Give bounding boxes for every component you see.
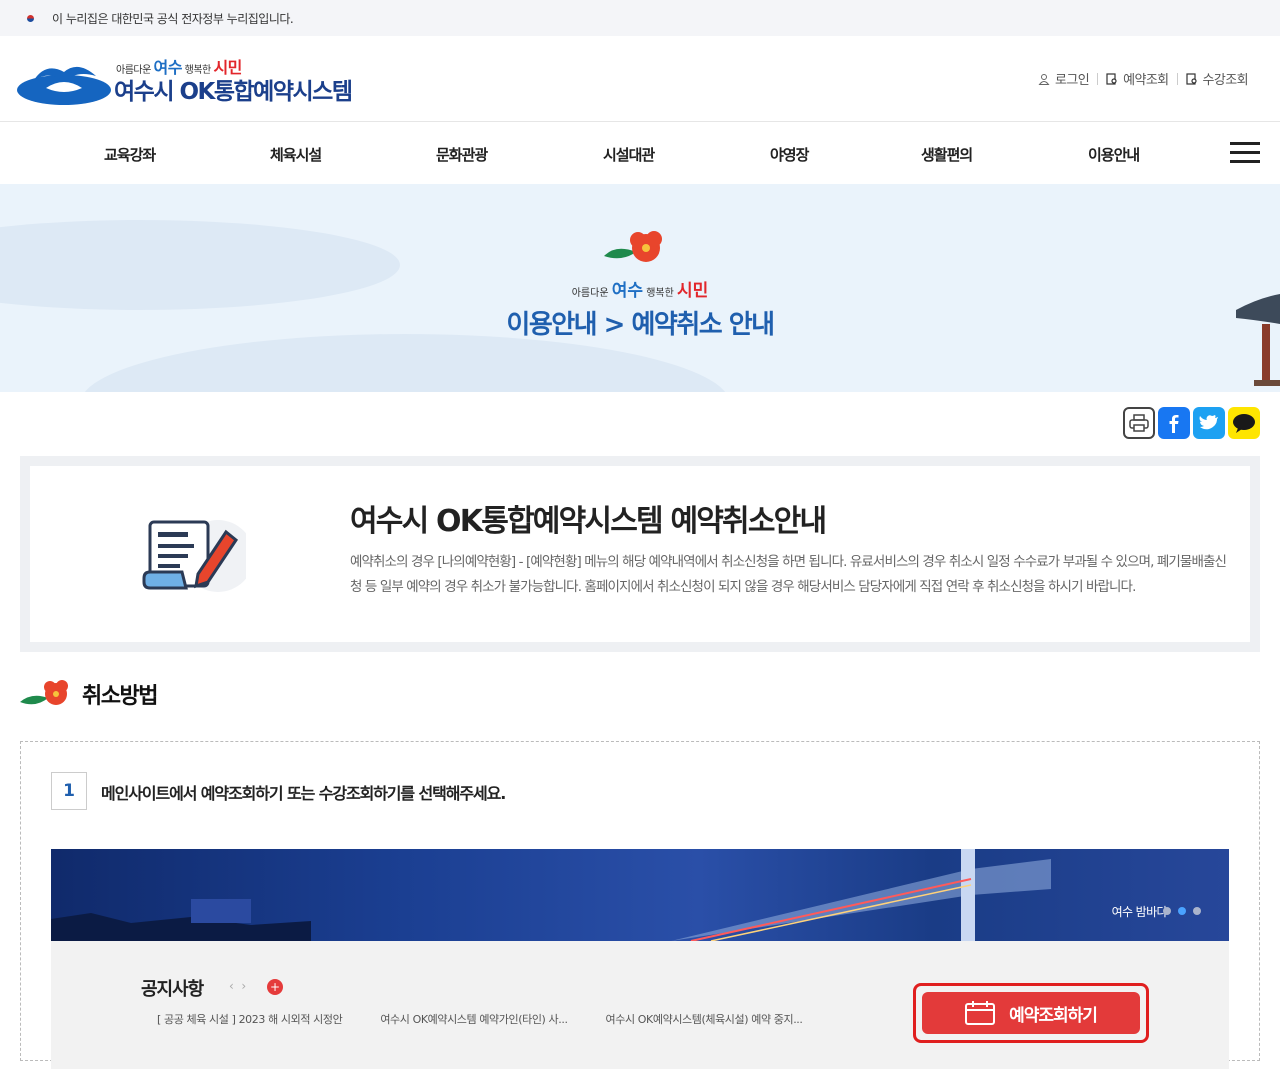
intro-title: 여수시 OK통합예약시스템 예약취소안내 [350,504,827,539]
site-logo[interactable]: 아름다운 여수 행복한 시민 여수시 OK통합예약시스템 [16,52,376,108]
notice-title: 공지사항 [141,979,204,1000]
camellia-flower-icon [20,680,68,705]
nav-item-education[interactable]: 교육강좌 [104,144,156,165]
nav-item-facility-rental[interactable]: 시설대관 [603,144,655,165]
screenshot-lower: 공지사항 ‹ › + [ 공공 체육 시설 ] 2023 해 시외적 시정안 여… [51,941,1229,1069]
gov-banner-text: 이 누리집은 대한민국 공식 전자정부 누리집입니다. [52,11,294,26]
bridge-image [671,849,1051,941]
notice-item[interactable]: 여수시 OK예약시스템 예약가인(타인) 사... [380,1011,568,1027]
section-title: 취소방법 [82,684,158,709]
menu-hamburger-icon[interactable] [1230,142,1260,164]
reserve-lookup-highlight: 예약조회하기 [913,983,1149,1043]
search-doc-icon [1106,72,1117,85]
user-icon [1038,73,1050,85]
twitter-icon[interactable] [1193,407,1225,439]
visual-slogan: 아름다운 여수 행복한 시민 [571,281,709,301]
pagination-dot[interactable] [1163,907,1171,915]
intro-body: 예약취소의 경우 [나의예약현황] - [예약현황] 메뉴의 해당 예약내역에서… [350,554,1227,595]
reserve-lookup-button[interactable]: 예약조회하기 [922,992,1140,1034]
pagination-dot-active[interactable] [1178,907,1186,915]
share-tools [1123,407,1260,439]
camellia-flower-icon [604,231,662,262]
nav-item-culture[interactable]: 문화관광 [436,144,488,165]
korea-flag-icon [22,13,38,24]
header-utils: 로그인 예약조회 수강조회 [1038,69,1249,88]
site-name: 여수시 OK통합예약시스템 [114,79,353,105]
nav-item-guide[interactable]: 이용안내 [1088,144,1140,165]
harbor-image [51,899,311,941]
nav-item-living[interactable]: 생활편의 [921,144,973,165]
print-icon[interactable] [1123,407,1155,439]
reservation-lookup-link[interactable]: 예약조회 [1106,69,1169,88]
yeosu-logo-icon [17,66,111,105]
pagination-dot[interactable] [1193,907,1201,915]
banner-pagination [1163,907,1201,915]
notice-arrows-icon[interactable]: ‹ › [229,979,246,993]
steps-box: 1 메인사이트에서 예약조회하기 또는 수강조회하기를 선택해주세요. 여수 밤… [20,741,1260,1069]
notice-list: [ 공공 체육 시설 ] 2023 해 시외적 시정안 여수시 OK예약시스템 … [157,1011,803,1027]
notice-item[interactable]: [ 공공 체육 시설 ] 2023 해 시외적 시정안 [157,1011,343,1027]
calendar-icon [965,1001,996,1025]
search-doc-icon [1185,72,1197,85]
screenshot-banner: 여수 밤바다 [51,849,1229,941]
notice-more-icon[interactable]: + [267,979,283,995]
pavilion-icon [1236,294,1280,386]
divider [1097,72,1099,85]
divider [1176,72,1178,85]
main-nav: 교육강좌 체육시설 문화관광 시설대관 야영장 생활편의 이용안내 [0,122,1280,184]
step-number: 1 [51,772,87,810]
section-header: 취소방법 [20,678,158,710]
sub-visual: 아름다운 여수 행복한 시민 이용안내 > 예약취소 안내 [0,184,1280,392]
kakaotalk-icon[interactable] [1228,407,1260,439]
intro-box: 여수시 OK통합예약시스템 예약취소안내 예약취소의 경우 [나의예약현황] -… [20,456,1260,652]
facebook-icon[interactable] [1158,407,1190,439]
gov-banner: 이 누리집은 대한민국 공식 전자정부 누리집입니다. [0,0,1280,36]
login-link[interactable]: 로그인 [1038,69,1090,88]
step-screenshot: 여수 밤바다 공지사항 ‹ › + [ 공공 체육 시설 ] 2023 해 시외… [51,849,1229,1069]
step-text: 메인사이트에서 예약조회하기 또는 수강조회하기를 선택해주세요. [101,784,506,803]
nav-item-camping[interactable]: 야영장 [770,144,809,165]
document-edit-icon [142,520,246,592]
banner-caption: 여수 밤바다 [1111,905,1168,919]
notice-item[interactable]: 여수시 OK예약시스템(체육시설) 예약 중지... [606,1011,803,1027]
page-title: 이용안내 > 예약취소 안내 [506,310,775,340]
course-lookup-link[interactable]: 수강조회 [1185,69,1249,88]
nav-item-sports[interactable]: 체육시설 [270,144,322,165]
header: 아름다운 여수 행복한 시민 여수시 OK통합예약시스템 로그인 예약조회 수강… [0,36,1280,122]
